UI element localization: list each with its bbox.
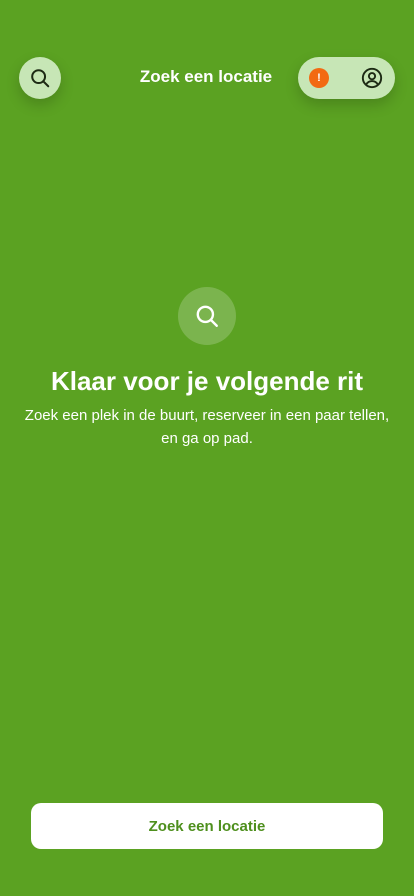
- search-icon: [31, 69, 50, 88]
- search-location-button[interactable]: Zoek een locatie: [31, 803, 383, 849]
- screen: Zoek een locatie ! Klaar voor je volgend…: [0, 0, 414, 896]
- exclamation-icon: !: [317, 71, 321, 84]
- alert-button[interactable]: !: [309, 68, 329, 88]
- empty-state-icon-circle: [178, 287, 236, 345]
- search-button[interactable]: [19, 57, 61, 99]
- user-circle-icon: [361, 67, 383, 89]
- empty-state-title: Klaar voor je volgende rit: [50, 366, 364, 396]
- search-icon: [196, 305, 218, 327]
- empty-state-description: Zoek een plek in de buurt, reserveer in …: [24, 407, 390, 447]
- header-actions-pill: !: [298, 57, 395, 99]
- account-button[interactable]: [361, 67, 383, 89]
- page-title: Zoek een locatie: [139, 67, 273, 86]
